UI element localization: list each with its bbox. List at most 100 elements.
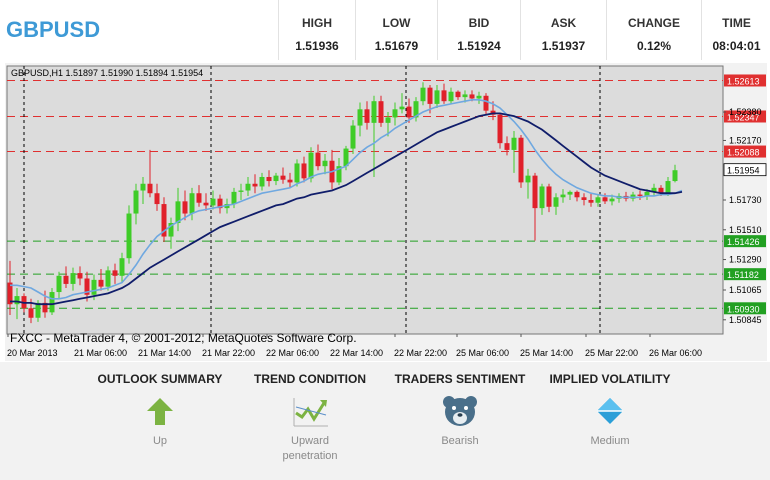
- y-tick-label: 1.51730: [729, 195, 762, 205]
- candle-body: [420, 87, 426, 102]
- candle-body: [182, 201, 188, 214]
- stat-value: 08:04:01: [712, 39, 761, 53]
- summary-title: IMPLIED VOLATILITY: [549, 372, 671, 386]
- candle-body: [602, 197, 608, 202]
- y-tick-label: 1.51290: [729, 255, 762, 265]
- candle-body: [434, 90, 440, 104]
- chart-panel: 1.52613 1.52347 1.52088 1.51426 1.51182 1.509…: [5, 63, 767, 361]
- candle-body: [560, 194, 566, 198]
- candle-body: [203, 202, 209, 206]
- candle-body: [637, 194, 643, 196]
- candle-body: [140, 183, 146, 191]
- candle-body: [553, 197, 559, 207]
- candle-body: [91, 279, 97, 295]
- y-tick-label: 1.52380: [729, 107, 762, 117]
- price-level-label: 1.52613: [727, 76, 760, 86]
- stat-label: HIGH: [302, 16, 332, 30]
- candle-body: [294, 163, 300, 183]
- price-level-label: 1.51426: [727, 237, 760, 247]
- stat-low: LOW 1.51679: [355, 0, 437, 60]
- summary-title: TRADERS SENTIMENT: [394, 372, 526, 386]
- candle-body: [28, 308, 34, 318]
- symbol-title: GBPUSD: [6, 17, 101, 42]
- candle-body: [133, 190, 139, 214]
- summary-label: Medium: [590, 435, 630, 447]
- price-level-label: 1.51182: [727, 270, 759, 280]
- summary-label: Bearish: [441, 435, 479, 447]
- stat-value: 1.51936: [295, 39, 339, 53]
- plot-area: [6, 65, 724, 335]
- candle-body: [504, 143, 510, 150]
- candle-body: [308, 152, 314, 179]
- candle-body: [483, 95, 489, 111]
- stat-high: HIGH 1.51936: [278, 0, 355, 60]
- candle-body: [245, 183, 251, 191]
- candle-body: [539, 186, 545, 209]
- candle-body: [49, 292, 55, 313]
- candle-body: [63, 275, 69, 284]
- candle-body: [287, 179, 293, 183]
- candle-body: [672, 170, 678, 182]
- x-tick-label: 20 Mar 2013: [7, 348, 58, 358]
- x-tick-label: 21 Mar 14:00: [138, 348, 191, 358]
- candle-body: [476, 95, 482, 99]
- y-tick-label: 1.52170: [729, 135, 762, 145]
- candle-body: [280, 175, 286, 180]
- up-arrow-icon: [140, 395, 180, 429]
- candle-body: [105, 270, 111, 287]
- x-tick-label: 22 Mar 22:00: [394, 348, 447, 358]
- candle-body: [112, 270, 118, 276]
- stat-ask: ASK 1.51937: [520, 0, 606, 60]
- y-tick-label: 1.51510: [729, 225, 762, 235]
- traders-sentiment: TRADERS SENTIMENT Bearish: [385, 362, 535, 449]
- candle-body: [567, 191, 573, 195]
- candle-body: [546, 186, 552, 207]
- candle-body: [385, 117, 391, 123]
- candle-body: [588, 200, 594, 203]
- stat-value: 1.51679: [374, 39, 419, 53]
- outlook-summary: OUTLOOK SUMMARY Up: [85, 362, 235, 449]
- bear-icon: [440, 395, 480, 429]
- candle-body: [322, 160, 328, 167]
- y-tick-label: 1.50845: [729, 315, 762, 325]
- summary-title: OUTLOOK SUMMARY: [97, 372, 223, 386]
- candle-body: [126, 213, 132, 259]
- x-tick-label: 25 Mar 22:00: [585, 348, 638, 358]
- candle-body: [378, 101, 384, 123]
- summary-panel: OUTLOOK SUMMARY Up TREND CONDITION Upwar…: [0, 362, 770, 480]
- candle-body: [455, 91, 461, 98]
- candle-body: [119, 258, 125, 276]
- chart-info-line: GBPUSD,H1 1.51897 1.51990 1.51894 1.5195…: [11, 68, 203, 78]
- candle-body: [595, 197, 601, 203]
- candle-body: [154, 193, 160, 205]
- candle-body: [448, 91, 454, 102]
- stat-value: 1.51937: [541, 39, 586, 53]
- candle-body: [511, 137, 517, 150]
- x-tick-label: 21 Mar 22:00: [202, 348, 255, 358]
- stat-change: CHANGE 0.12%: [606, 0, 701, 60]
- candle-body: [70, 273, 76, 284]
- candle-body: [525, 175, 531, 183]
- candle-body: [364, 109, 370, 123]
- candle-body: [35, 302, 41, 318]
- candle-body: [77, 273, 83, 279]
- candle-body: [266, 176, 272, 182]
- candle-body: [518, 137, 524, 183]
- current-price-label: 1.51954: [727, 166, 760, 176]
- stat-time: TIME 08:04:01: [701, 0, 770, 60]
- candle-body: [301, 163, 307, 179]
- candle-body: [371, 101, 377, 123]
- candle-body: [350, 125, 356, 149]
- candle-body: [609, 198, 615, 202]
- candle-body: [462, 94, 468, 98]
- candle-body: [14, 296, 20, 305]
- stat-label: TIME: [722, 16, 751, 30]
- price-chart: 1.526131.523471.520881.514261.511821.509…: [6, 65, 767, 358]
- candle-body: [252, 183, 258, 187]
- trend-condition: TREND CONDITION Upward penetration: [235, 362, 385, 464]
- stat-bid: BID 1.51924: [437, 0, 520, 60]
- candle-body: [259, 176, 265, 187]
- candle-body: [231, 191, 237, 205]
- x-tick-label: 21 Mar 06:00: [74, 348, 127, 358]
- candle-body: [196, 193, 202, 203]
